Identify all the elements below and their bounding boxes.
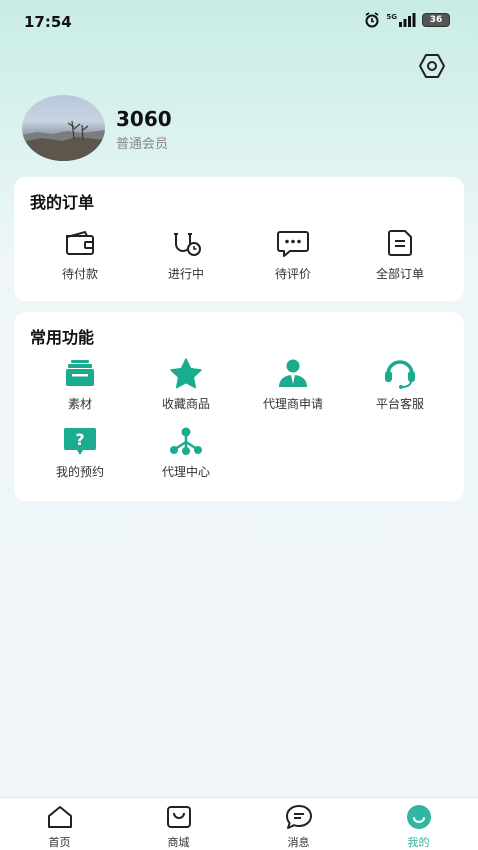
order-to-review[interactable]: 待评价 bbox=[237, 227, 349, 282]
function-item-label: 平台客服 bbox=[375, 397, 424, 411]
network-type: 5G bbox=[386, 13, 397, 21]
tab-profile[interactable]: 我的 bbox=[359, 804, 478, 850]
network-icon bbox=[168, 425, 204, 457]
headset-icon bbox=[382, 357, 418, 389]
tab-label: 商城 bbox=[167, 836, 190, 849]
status-time: 17:54 bbox=[24, 13, 72, 31]
all-orders-icon bbox=[382, 227, 418, 259]
settings-hex-icon bbox=[418, 53, 446, 83]
order-item-label: 全部订单 bbox=[375, 267, 424, 281]
svg-text:?: ? bbox=[75, 430, 84, 449]
function-item-label: 收藏商品 bbox=[161, 397, 210, 411]
alarm-icon bbox=[364, 12, 380, 28]
order-item-label: 进行中 bbox=[167, 267, 204, 281]
order-item-label: 待付款 bbox=[61, 267, 98, 281]
star-icon bbox=[168, 357, 204, 389]
functions-card: 常用功能 素材 收藏商品 代理商申请 平台客服 ? 我的预约 代理中心 bbox=[14, 312, 464, 501]
status-bar: 17:54 5G 36 bbox=[0, 0, 478, 44]
orders-card: 我的订单 待付款 进行中 待评价 全部订单 bbox=[14, 177, 464, 301]
tab-messages[interactable]: 消息 bbox=[239, 804, 358, 850]
order-in-progress[interactable]: 进行中 bbox=[130, 227, 242, 282]
function-materials[interactable]: 素材 bbox=[24, 357, 136, 412]
signal-icon: 5G bbox=[386, 13, 416, 27]
home-icon bbox=[45, 804, 75, 830]
function-customer-service[interactable]: 平台客服 bbox=[344, 357, 456, 412]
function-agent-center[interactable]: 代理中心 bbox=[130, 425, 242, 480]
function-item-label: 素材 bbox=[67, 397, 92, 411]
question-icon: ? bbox=[62, 425, 98, 457]
settings-button[interactable] bbox=[416, 53, 448, 83]
order-all[interactable]: 全部订单 bbox=[344, 227, 456, 282]
membership-level: 普通会员 bbox=[116, 137, 169, 152]
profile-header[interactable]: 3060 普通会员 bbox=[22, 95, 442, 163]
bottom-tab-bar: 首页 商城 消息 我的 bbox=[0, 797, 478, 850]
agent-icon bbox=[275, 357, 311, 389]
tab-label: 我的 bbox=[407, 836, 430, 849]
battery-icon: 36 bbox=[422, 13, 450, 27]
message-icon bbox=[284, 804, 314, 830]
profile-smile-icon bbox=[404, 804, 434, 830]
function-my-appointments[interactable]: ? 我的预约 bbox=[24, 425, 136, 480]
comment-icon bbox=[275, 227, 311, 259]
tab-label: 首页 bbox=[48, 836, 71, 849]
function-item-label: 我的预约 bbox=[55, 465, 104, 479]
tab-label: 消息 bbox=[287, 836, 310, 849]
function-favorites[interactable]: 收藏商品 bbox=[130, 357, 242, 412]
wallet-icon bbox=[62, 227, 98, 259]
materials-icon bbox=[62, 357, 98, 389]
order-item-label: 待评价 bbox=[274, 267, 311, 281]
status-icons: 5G 36 bbox=[364, 12, 450, 28]
function-agent-apply[interactable]: 代理商申请 bbox=[237, 357, 349, 412]
function-item-label: 代理中心 bbox=[161, 465, 210, 479]
tab-home[interactable]: 首页 bbox=[0, 804, 119, 850]
shop-bag-icon bbox=[164, 804, 194, 830]
in-progress-icon bbox=[168, 227, 204, 259]
orders-title: 我的订单 bbox=[30, 193, 95, 212]
function-item-label: 代理商申请 bbox=[262, 397, 323, 411]
order-pending-payment[interactable]: 待付款 bbox=[24, 227, 136, 282]
tab-shop[interactable]: 商城 bbox=[119, 804, 238, 850]
functions-title: 常用功能 bbox=[30, 328, 95, 347]
user-name: 3060 bbox=[116, 107, 172, 131]
avatar[interactable] bbox=[22, 95, 105, 161]
